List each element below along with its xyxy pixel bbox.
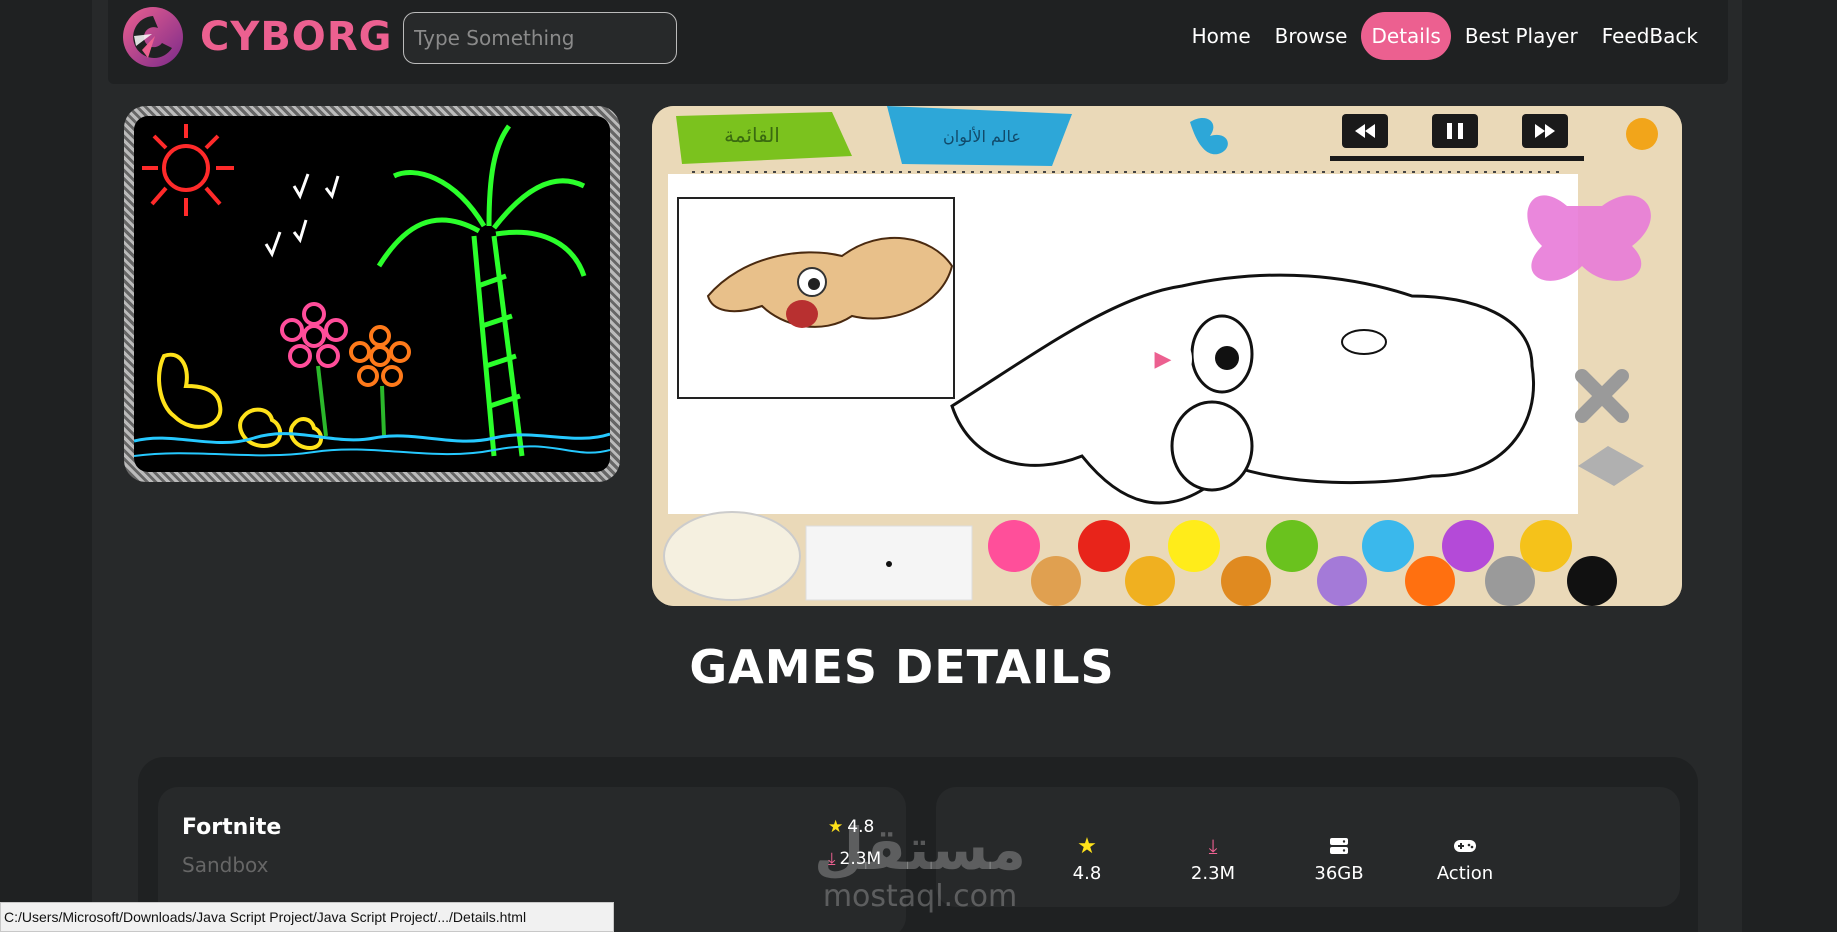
- stat-downloads: ⤓ 2.3M: [1168, 834, 1258, 884]
- stat-type: Action: [1420, 835, 1510, 884]
- nav-home[interactable]: Home: [1182, 12, 1261, 60]
- kids-drawing-illustration: [134, 124, 610, 457]
- gamepad-icon: [1454, 840, 1476, 852]
- cyborg-logo-icon: [123, 7, 183, 67]
- header: CYBORG Home Browse Details Best Player F…: [108, 0, 1728, 84]
- server-icon: [1330, 838, 1348, 854]
- browser-status-bar: C:/Users/Microsoft/Downloads/Java Script…: [0, 902, 614, 932]
- game-mini-stats: ★ 4.8 ⤓ 2.3M: [828, 811, 881, 875]
- download-icon: ⤓: [828, 849, 836, 869]
- tab-list-label: القائمة: [724, 123, 780, 147]
- stat-size: 36GB: [1294, 835, 1384, 884]
- star-icon: ★: [1077, 833, 1097, 859]
- play-icon: ▶: [1154, 346, 1172, 372]
- nav-feedback[interactable]: FeedBack: [1592, 12, 1708, 60]
- stat-downloads-value: 2.3M: [1190, 863, 1236, 884]
- game-name: Fortnite: [182, 815, 282, 840]
- mini-rating-value: 4.8: [847, 817, 875, 837]
- stat-rating: ★ 4.8: [1042, 833, 1132, 885]
- brand-name: CYBORG: [200, 14, 393, 60]
- game-genre: Sandbox: [182, 853, 269, 877]
- stat-type-value: Action: [1436, 863, 1494, 884]
- search-box: [403, 12, 677, 64]
- main-nav: Home Browse Details Best Player FeedBack: [1182, 12, 1708, 60]
- star-icon: ★: [828, 817, 844, 837]
- game-stats-card: ★ 4.8 ⤓ 2.3M 36GB Action: [936, 787, 1680, 907]
- drawing-board-image: [134, 116, 610, 472]
- nav-best-player[interactable]: Best Player: [1455, 12, 1588, 60]
- section-title: GAMES DETAILS: [689, 640, 1115, 694]
- game-preview-video[interactable]: القائمة عالم الألوان ▶: [652, 106, 1682, 606]
- mini-downloads: ⤓ 2.3M: [828, 843, 881, 875]
- tab-colors-label: عالم الألوان: [943, 126, 1021, 147]
- play-button[interactable]: ▶: [1130, 328, 1192, 390]
- nav-details[interactable]: Details: [1361, 12, 1451, 60]
- download-icon: ⤓: [1208, 834, 1218, 858]
- page: CYBORG Home Browse Details Best Player F…: [92, 0, 1742, 932]
- search-input[interactable]: [404, 13, 676, 63]
- stat-rating-value: 4.8: [1072, 863, 1102, 884]
- game-thumbnail-left[interactable]: [124, 106, 620, 482]
- mini-downloads-value: 2.3M: [839, 849, 882, 869]
- logo[interactable]: CYBORG: [122, 6, 392, 68]
- nav-browse[interactable]: Browse: [1265, 12, 1358, 60]
- mini-rating: ★ 4.8: [828, 811, 881, 843]
- stat-size-value: 36GB: [1314, 863, 1364, 884]
